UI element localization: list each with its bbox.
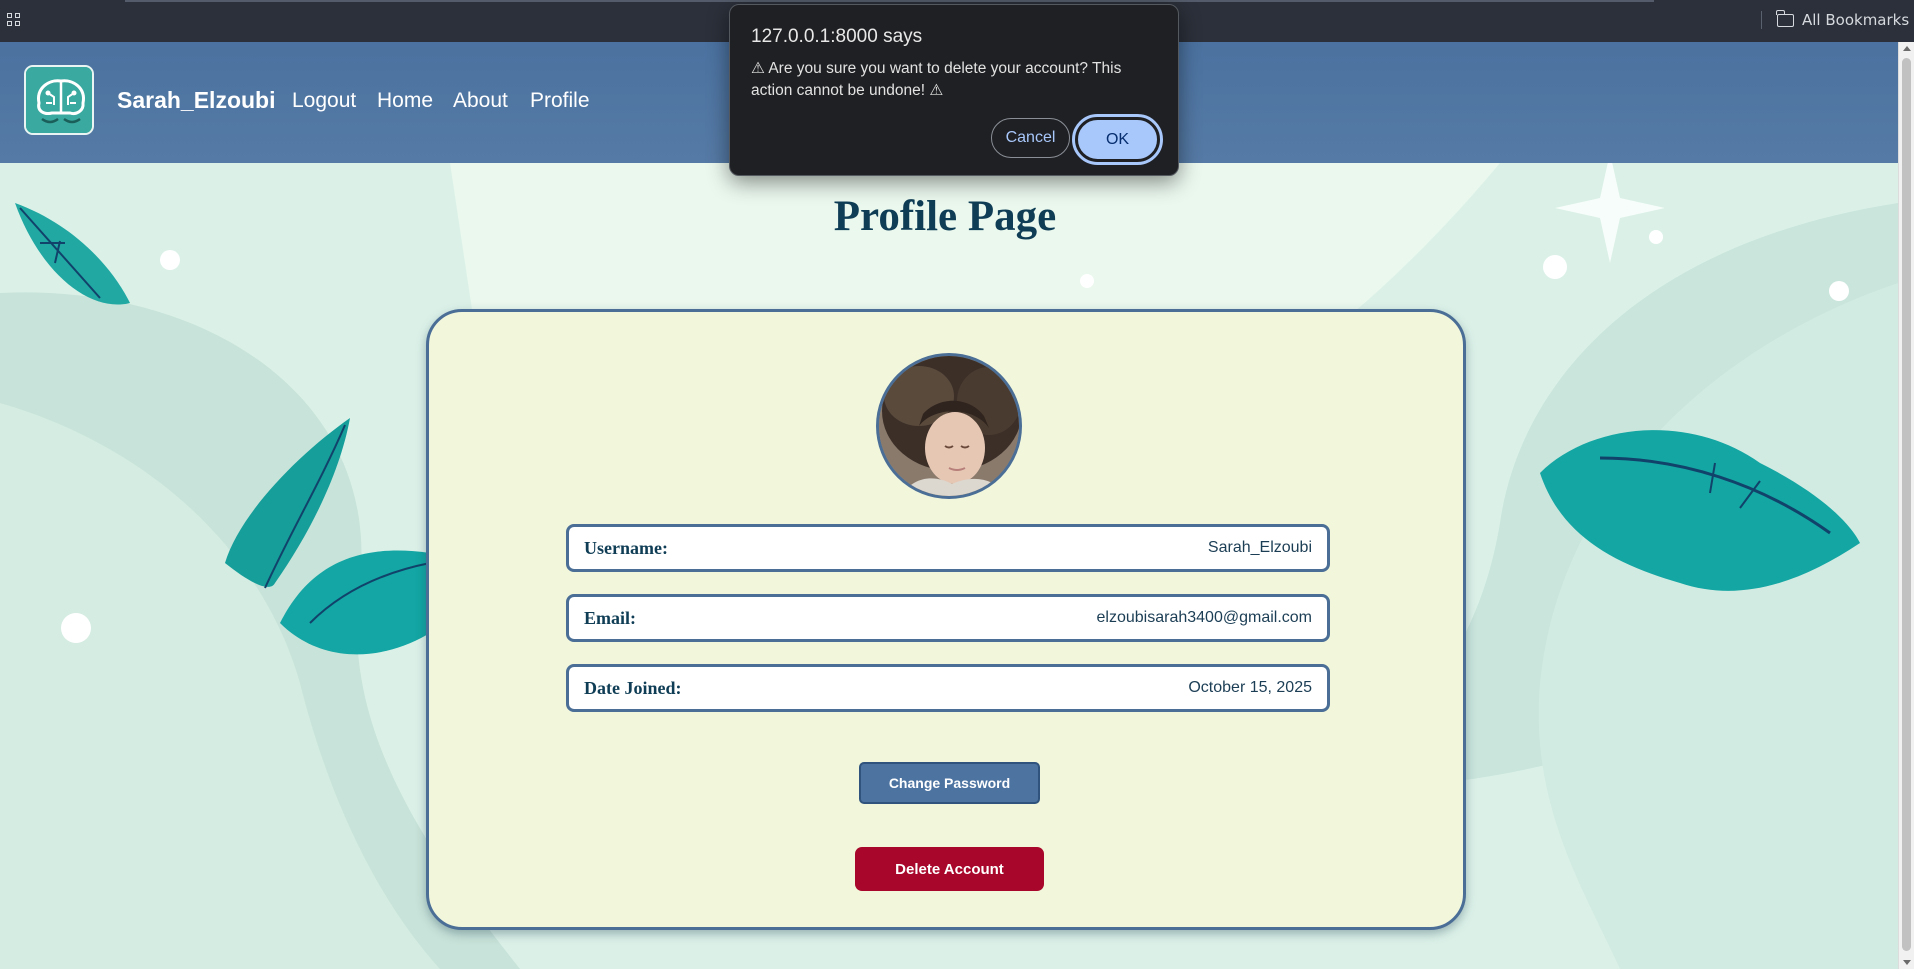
all-bookmarks-button[interactable]: All Bookmarks bbox=[1776, 9, 1910, 29]
dialog-ok-button[interactable]: OK bbox=[1072, 114, 1163, 165]
dialog-message: ⚠ Are you sure you want to delete your a… bbox=[751, 60, 1122, 99]
email-label: Email: bbox=[584, 607, 636, 628]
scrollbar-thumb[interactable] bbox=[1902, 58, 1911, 951]
all-bookmarks-label: All Bookmarks bbox=[1802, 11, 1910, 29]
scroll-down-arrow-icon[interactable] bbox=[1903, 960, 1911, 965]
profile-avatar bbox=[876, 353, 1022, 499]
tab-strip-edge bbox=[125, 0, 1654, 2]
nav-home[interactable]: Home bbox=[377, 89, 433, 113]
page-title: Profile Page bbox=[833, 193, 1057, 240]
email-row: Email: elzoubisarah3400@gmail.com bbox=[566, 594, 1330, 642]
change-password-button[interactable]: Change Password bbox=[859, 762, 1040, 804]
brand-username[interactable]: Sarah_Elzoubi bbox=[117, 87, 275, 114]
nav-profile[interactable]: Profile bbox=[530, 89, 590, 113]
profile-card: Username: Sarah_Elzoubi Email: elzoubisa… bbox=[426, 309, 1466, 930]
dialog-cancel-button[interactable]: Cancel bbox=[991, 118, 1070, 158]
folder-icon bbox=[1776, 9, 1794, 27]
email-value: elzoubisarah3400@gmail.com bbox=[1096, 609, 1312, 626]
date-joined-label: Date Joined: bbox=[584, 677, 682, 698]
page-scrollbar[interactable] bbox=[1898, 42, 1914, 969]
confirm-dialog: 127.0.0.1:8000 says ⚠ Are you sure you w… bbox=[729, 4, 1179, 176]
nav-about[interactable]: About bbox=[453, 89, 508, 113]
dialog-title: 127.0.0.1:8000 says bbox=[751, 26, 923, 47]
scroll-up-arrow-icon[interactable] bbox=[1903, 46, 1911, 51]
username-value: Sarah_Elzoubi bbox=[1207, 539, 1312, 556]
nav-logout[interactable]: Logout bbox=[292, 89, 356, 113]
username-row: Username: Sarah_Elzoubi bbox=[566, 524, 1330, 572]
bookmarks-divider bbox=[1761, 11, 1762, 29]
brain-logo-icon[interactable] bbox=[24, 65, 94, 135]
date-joined-row: Date Joined: October 15, 2025 bbox=[566, 664, 1330, 712]
username-label: Username: bbox=[584, 537, 668, 558]
apps-grid-icon[interactable] bbox=[7, 13, 21, 27]
delete-account-button[interactable]: Delete Account bbox=[855, 847, 1044, 891]
date-joined-value: October 15, 2025 bbox=[1188, 679, 1312, 696]
